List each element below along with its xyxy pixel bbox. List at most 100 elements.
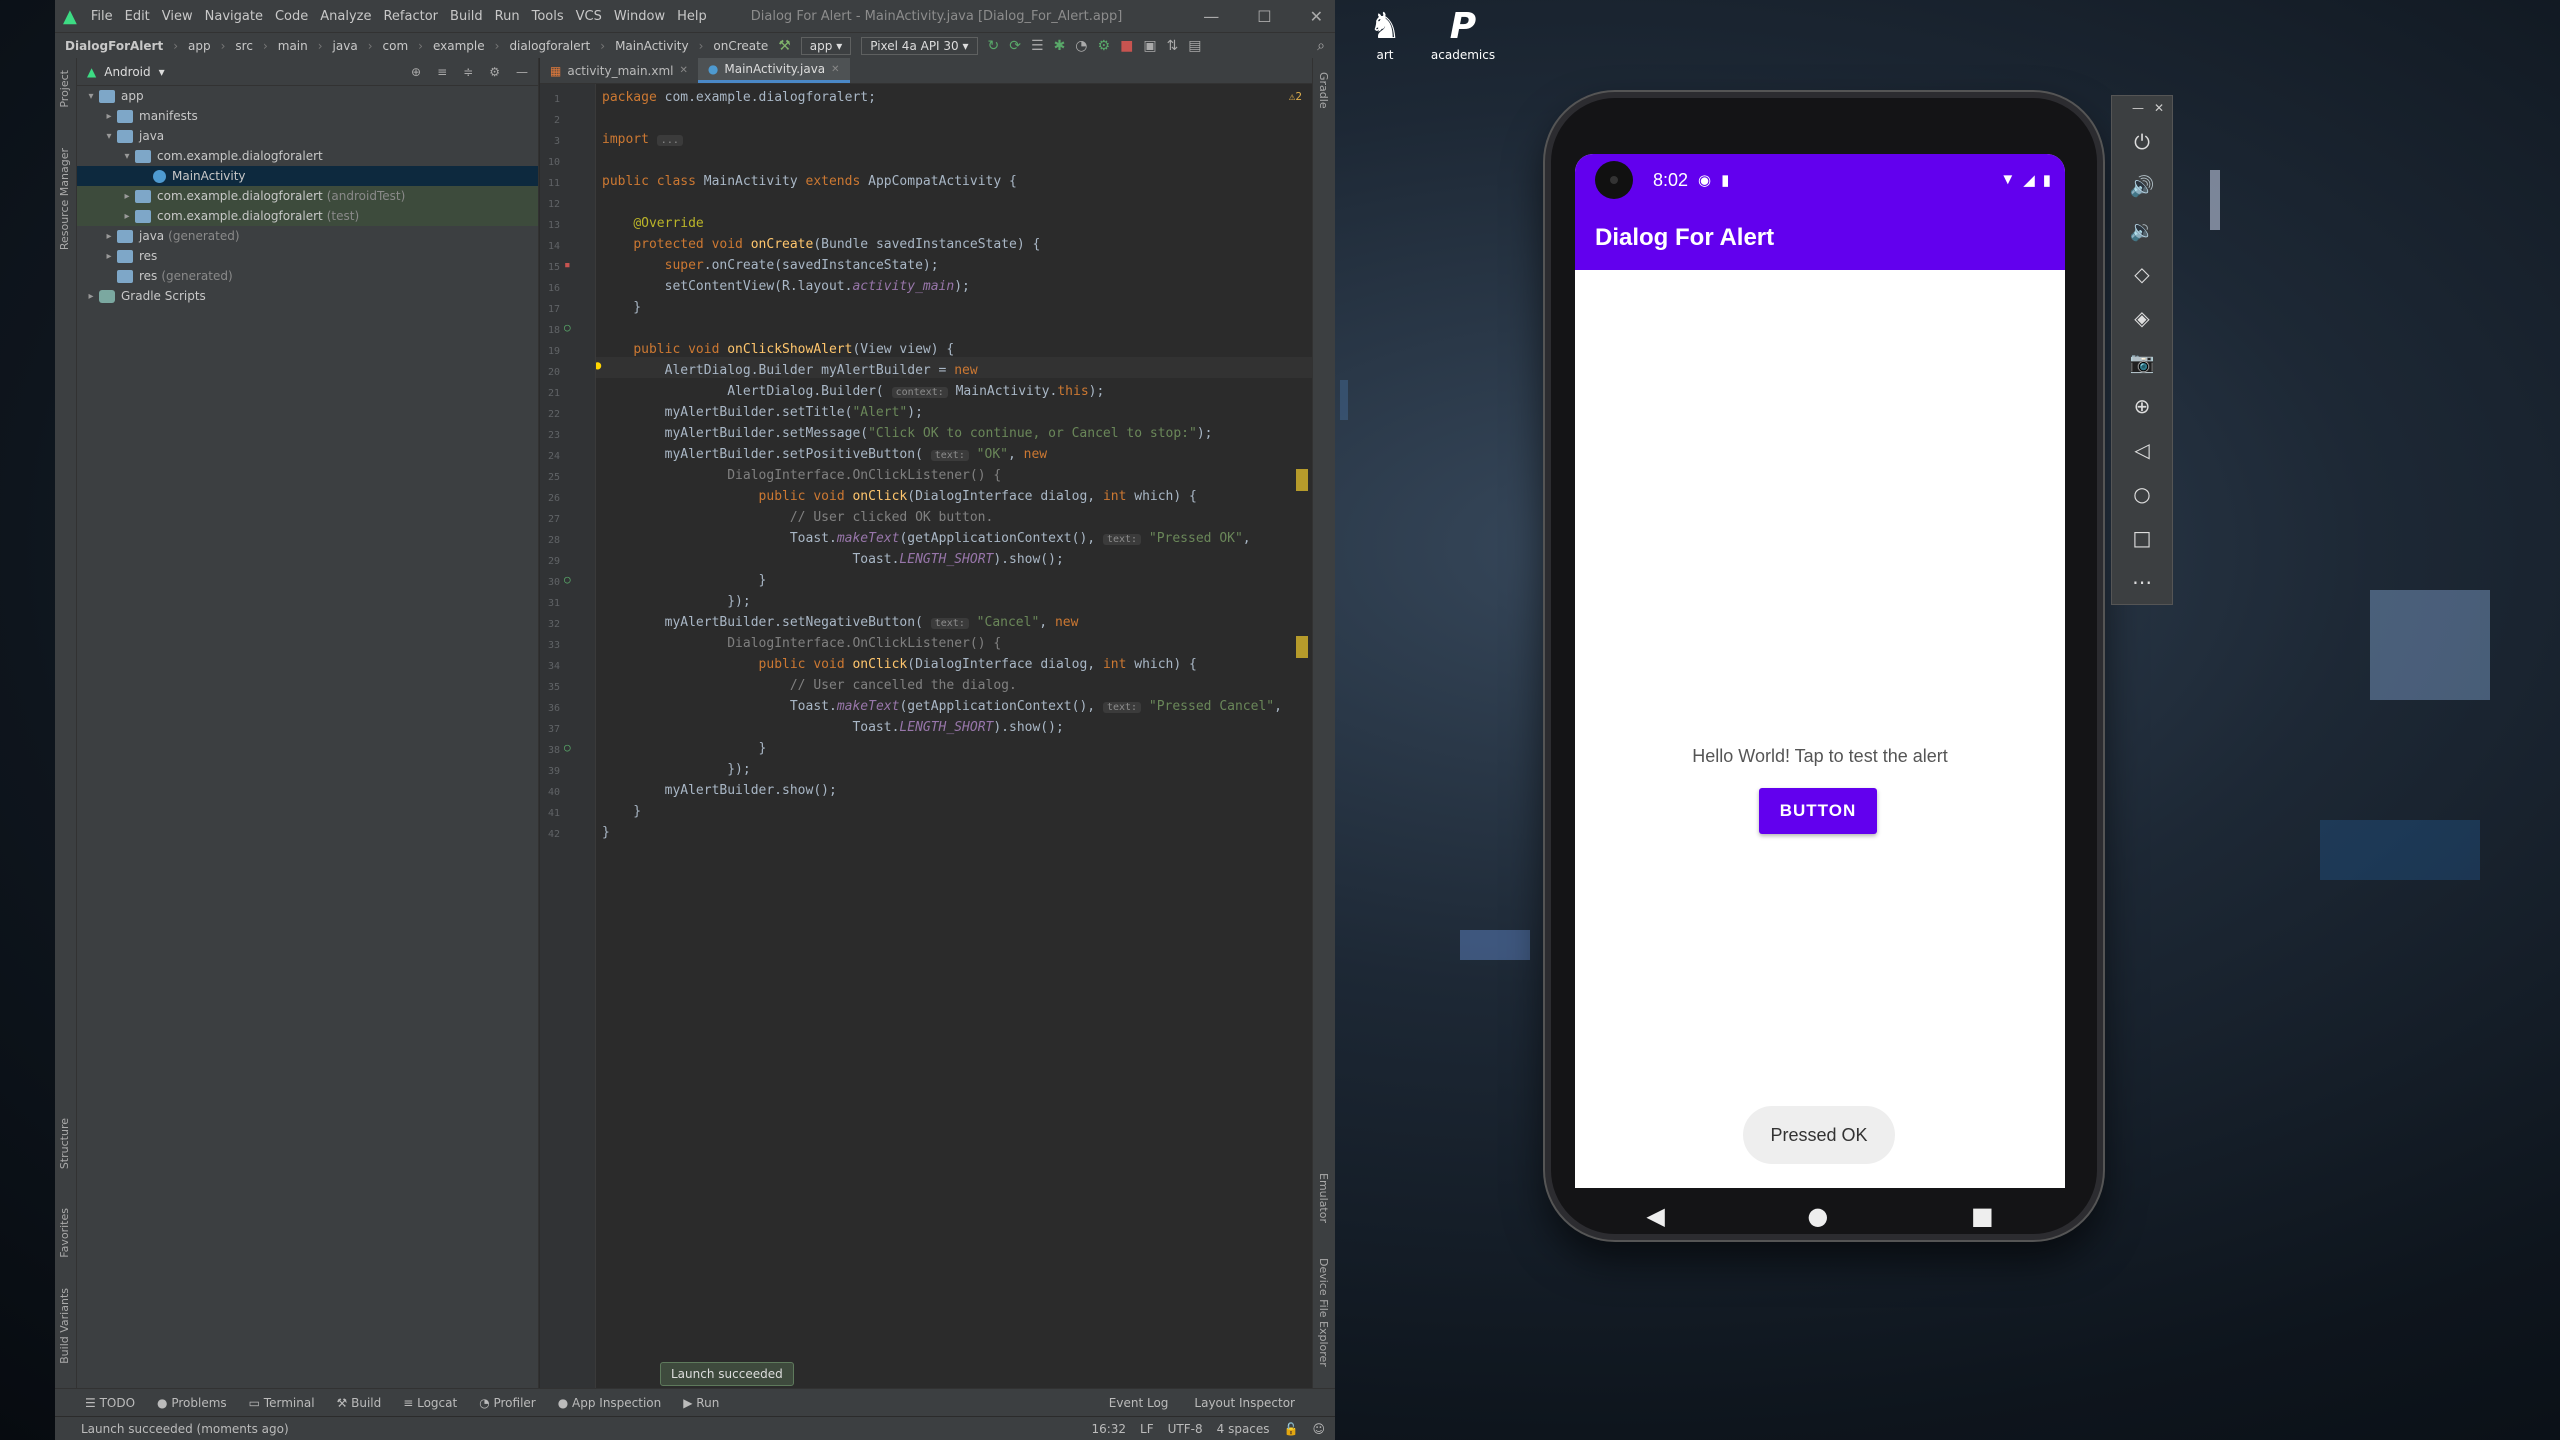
tab-structure[interactable]: Structure (58, 1118, 71, 1169)
smiley-icon[interactable]: ☺ (1312, 1422, 1325, 1436)
menu-item-edit[interactable]: Edit (125, 9, 150, 24)
code-line[interactable]: } (602, 825, 610, 846)
tree-item[interactable]: ▸ manifests (77, 106, 538, 126)
tab-mainactivity-java[interactable]: ● MainActivity.java ✕ (697, 58, 850, 83)
tree-item[interactable]: MainActivity (77, 166, 538, 186)
chevron-down-icon[interactable]: ▾ (101, 131, 117, 142)
minimize-icon[interactable]: — (2132, 101, 2144, 115)
hide-icon[interactable]: — (516, 65, 528, 79)
debug-icon[interactable]: ✱ (1054, 38, 1066, 54)
code-line[interactable]: AlertDialog.Builder myAlertBuilder = new (602, 363, 978, 384)
tool-window-terminal[interactable]: ▭ Terminal (249, 1396, 315, 1410)
code-line[interactable]: // User clicked OK button. (602, 510, 994, 531)
code-line[interactable]: public void onClickShowAlert(View view) … (602, 342, 954, 363)
tab-activity-main-xml[interactable]: ▦ activity_main.xml ✕ (540, 58, 698, 83)
code-line[interactable]: super.onCreate(savedInstanceState); (602, 258, 939, 279)
code-line[interactable]: Toast.LENGTH_SHORT).show(); (602, 720, 1063, 741)
code-line[interactable]: import ... (602, 132, 683, 153)
run-gutter-icon[interactable]: ▪ (564, 258, 571, 271)
project-view-select[interactable]: Android (104, 65, 150, 79)
warning-stripe[interactable] (1296, 469, 1308, 491)
breadcrumb-item[interactable]: src (235, 39, 253, 53)
close-icon[interactable]: ✕ (1310, 7, 1323, 26)
run-config-select[interactable]: app ▾ (800, 36, 852, 55)
gear-icon[interactable]: ⚙ (489, 65, 500, 79)
code-line[interactable]: Toast.makeText(getApplicationContext(), … (602, 699, 1282, 720)
line-separator[interactable]: LF (1140, 1422, 1154, 1436)
menu-item-build[interactable]: Build (450, 9, 483, 24)
tab-emulator[interactable]: Emulator (1317, 1173, 1330, 1223)
desktop-icon-academics[interactable]: P academics (1418, 6, 1508, 62)
tab-device-file-explorer[interactable]: Device File Explorer (1317, 1258, 1330, 1367)
override-gutter-icon[interactable]: ○ (564, 321, 571, 334)
volume-down-icon[interactable]: 🔉 (2112, 208, 2172, 252)
menu-item-tools[interactable]: Tools (532, 9, 564, 24)
phone-screen[interactable]: 8:02 ◉ ▮ ▼ ◢ ▮ Dialog For Alert Hello Wo… (1575, 154, 2065, 1188)
breadcrumb-item[interactable]: example (433, 39, 485, 53)
breadcrumb-item[interactable]: app (188, 39, 211, 53)
code-editor[interactable]: package com.example.dialogforalert; impor… (596, 84, 1312, 1388)
overview-icon[interactable]: ■ (1971, 1202, 1994, 1230)
minimize-icon[interactable]: — (1203, 7, 1219, 26)
code-line[interactable]: myAlertBuilder.setTitle("Alert"); (602, 405, 923, 426)
code-line[interactable]: public void onClick(DialogInterface dial… (602, 657, 1197, 678)
stop-icon[interactable]: ■ (1120, 38, 1133, 54)
menu-item-run[interactable]: Run (495, 9, 520, 24)
menu-item-analyze[interactable]: Analyze (320, 9, 371, 24)
tree-item[interactable]: ▾ java (77, 126, 538, 146)
code-line[interactable]: }); (602, 594, 751, 615)
locate-icon[interactable]: ⊕ (411, 65, 421, 79)
breadcrumb-item[interactable]: DialogForAlert (65, 39, 163, 53)
tool-window-run[interactable]: ▶ Run (683, 1396, 719, 1410)
tool-window-problems[interactable]: ● Problems (157, 1396, 227, 1410)
back-icon[interactable]: ◁ (2112, 428, 2172, 472)
chevron-down-icon[interactable]: ▾ (119, 151, 135, 162)
indent-setting[interactable]: 4 spaces (1217, 1422, 1270, 1436)
zoom-icon[interactable]: ⊕ (2112, 384, 2172, 428)
code-line[interactable]: package com.example.dialogforalert; (602, 90, 876, 111)
tab-project[interactable]: Project (58, 70, 71, 108)
home-icon[interactable]: ● (1807, 1202, 1828, 1230)
menu-item-file[interactable]: File (91, 9, 113, 24)
tool-window-app-inspection[interactable]: ● App Inspection (558, 1396, 662, 1410)
coverage-icon[interactable]: ☰ (1031, 38, 1044, 54)
code-line[interactable]: public class MainActivity extends AppCom… (602, 174, 1017, 195)
menu-item-view[interactable]: View (162, 9, 193, 24)
code-line[interactable]: AlertDialog.Builder( context: MainActivi… (602, 384, 1104, 405)
code-line[interactable]: public void onClick(DialogInterface dial… (602, 489, 1197, 510)
tree-item[interactable]: res (generated) (77, 266, 538, 286)
volume-up-icon[interactable]: 🔊 (2112, 164, 2172, 208)
layout-inspector-button[interactable]: Layout Inspector (1194, 1396, 1295, 1410)
tool-window-todo[interactable]: ☰ TODO (85, 1396, 135, 1410)
chevron-down-icon[interactable]: ▾ (159, 65, 165, 79)
menu-item-code[interactable]: Code (275, 9, 308, 24)
breadcrumb-item[interactable]: MainActivity (615, 39, 689, 53)
chevron-right-icon[interactable]: ▸ (101, 251, 117, 262)
breadcrumb-item[interactable]: java (333, 39, 358, 53)
chevron-down-icon[interactable]: ▾ (83, 91, 99, 102)
rotate-left-icon[interactable]: ◇ (2112, 252, 2172, 296)
hammer-icon[interactable]: ⚒ (778, 38, 791, 54)
tab-resource-manager[interactable]: Resource Manager (58, 148, 71, 250)
code-line[interactable]: }); (602, 762, 751, 783)
more-icon[interactable]: ⋯ (2112, 560, 2172, 604)
code-line[interactable]: Toast.LENGTH_SHORT).show(); (602, 552, 1063, 573)
launch-notification[interactable]: Launch succeeded (660, 1362, 794, 1386)
breadcrumb-item[interactable]: onCreate (713, 39, 768, 53)
code-line[interactable]: @Override (602, 216, 703, 237)
tree-item[interactable]: ▸ com.example.dialogforalert (androidTest) (77, 186, 538, 206)
chevron-right-icon[interactable]: ▸ (119, 191, 135, 202)
sdk-manager-icon[interactable]: ▤ (1188, 38, 1201, 54)
tree-item[interactable]: ▸ com.example.dialogforalert (test) (77, 206, 538, 226)
menu-item-refactor[interactable]: Refactor (383, 9, 438, 24)
warning-count[interactable]: ⚠2 (1289, 90, 1302, 103)
code-line[interactable]: } (602, 804, 641, 825)
desktop-icon-art[interactable]: ♞ art (1340, 6, 1430, 62)
menu-item-help[interactable]: Help (677, 9, 707, 24)
rerun-icon[interactable]: ↻ (988, 38, 1000, 54)
chevron-right-icon[interactable]: ▸ (119, 211, 135, 222)
breadcrumb-item[interactable]: dialogforalert (509, 39, 590, 53)
code-line[interactable]: setContentView(R.layout.activity_main); (602, 279, 970, 300)
menu-item-vcs[interactable]: VCS (576, 9, 602, 24)
sync-icon[interactable]: ⇅ (1167, 38, 1179, 54)
